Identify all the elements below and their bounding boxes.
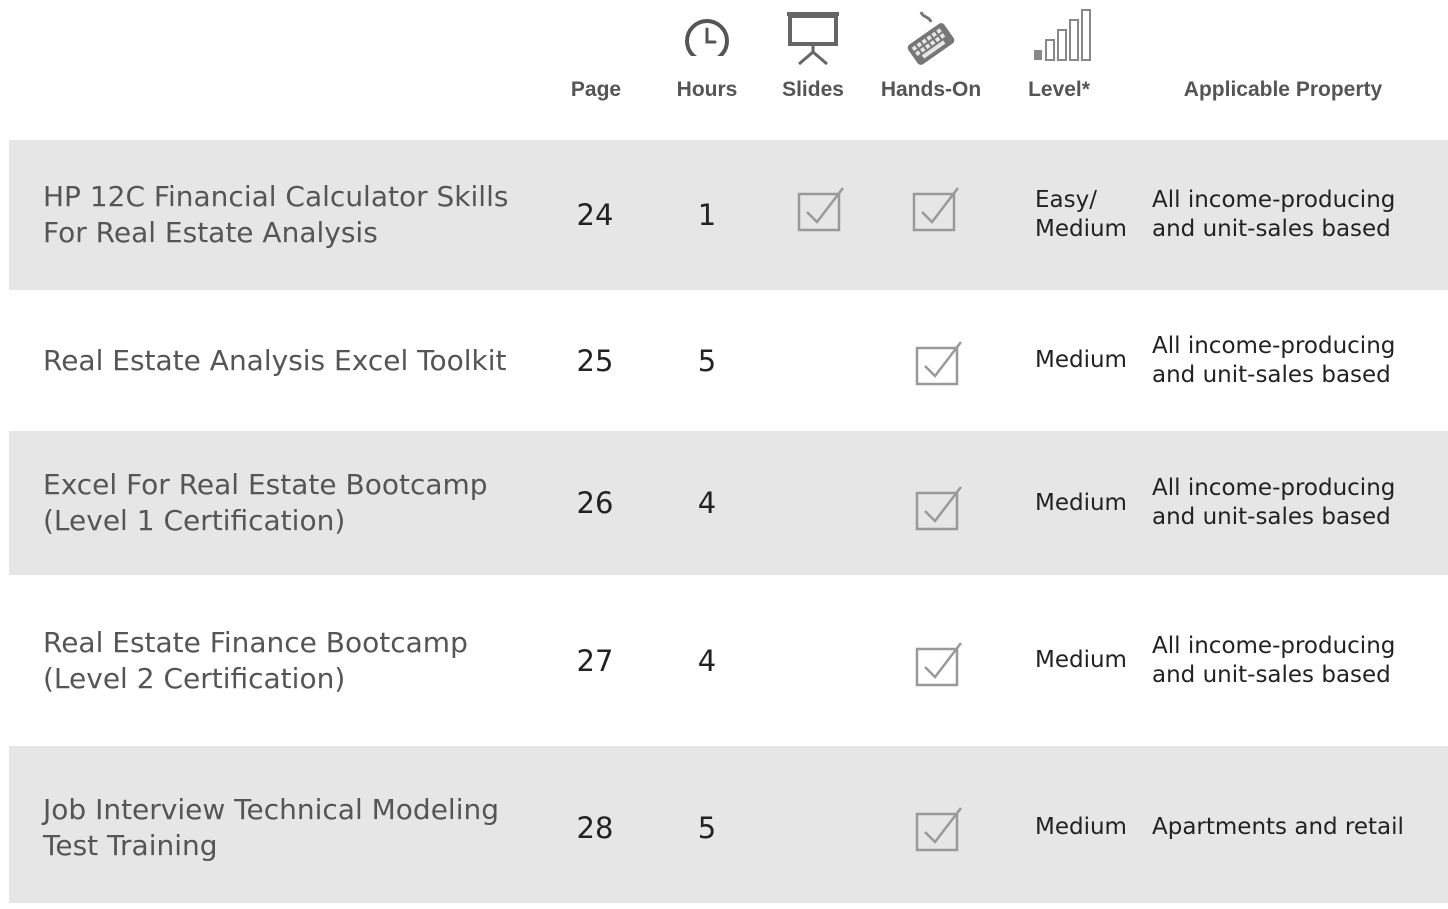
hands-on-checkbox-icon — [907, 483, 973, 533]
slides-checkbox-icon — [789, 184, 855, 234]
hours-value: 1 — [697, 198, 717, 232]
column-header-page: Page — [556, 0, 636, 140]
hours-value: 5 — [697, 810, 717, 845]
hands-on-checkbox-icon — [907, 639, 973, 689]
property-value: All income-producing and unit-sales base… — [1152, 632, 1396, 688]
level-header-label: Level* — [1028, 78, 1090, 101]
hours-value: 5 — [697, 343, 717, 378]
course-title[interactable]: HP 12C Financial Calculator Skills For R… — [43, 140, 523, 290]
page-number: 26 — [576, 486, 614, 520]
table-header: Page Hours Slides Hands-On Level* Applic… — [0, 0, 1448, 140]
presentation-screen-icon — [783, 8, 843, 72]
hours-header-label: Hours — [676, 78, 738, 101]
column-header-property: Applicable Property — [1152, 0, 1414, 140]
property-header-label: Applicable Property — [1183, 78, 1383, 101]
course-title[interactable]: Excel For Real Estate Bootcamp (Level 1 … — [43, 431, 523, 575]
course-title[interactable]: Real Estate Analysis Excel Toolkit — [43, 290, 523, 431]
table-row: Real Estate Analysis Excel Toolkit 25 5 … — [9, 290, 1448, 431]
page-number: 24 — [576, 198, 614, 232]
property-value: All income-producing and unit-sales base… — [1152, 187, 1396, 242]
column-header-level: Level* — [1019, 0, 1099, 140]
table-row: Job Interview Technical Modeling Test Tr… — [9, 746, 1448, 903]
hands-on-checkbox-icon — [904, 184, 970, 234]
column-header-hours: Hours — [667, 0, 747, 140]
property-value: All income-producing and unit-sales base… — [1152, 332, 1396, 388]
hours-value: 4 — [697, 486, 717, 520]
page-number: 25 — [576, 343, 614, 378]
level-value: Medium — [1035, 647, 1127, 673]
slides-header-label: Slides — [782, 78, 844, 101]
column-header-slides: Slides — [773, 0, 853, 140]
table-row: HP 12C Financial Calculator Skills For R… — [9, 140, 1448, 290]
property-value: Apartments and retail — [1152, 814, 1404, 840]
hours-value: 4 — [697, 643, 717, 678]
hands-on-checkbox-icon — [907, 338, 973, 388]
page-number: 27 — [576, 643, 614, 678]
level-value: Medium — [1035, 347, 1127, 373]
course-title[interactable]: Job Interview Technical Modeling Test Tr… — [43, 746, 523, 909]
level-value: Medium — [1035, 489, 1127, 516]
keyboard-icon — [901, 8, 961, 72]
course-title[interactable]: Real Estate Finance Bootcamp (Level 2 Ce… — [43, 575, 523, 746]
level-value: Easy/ Medium — [1035, 187, 1127, 242]
property-value: All income-producing and unit-sales base… — [1152, 475, 1396, 530]
page-number: 28 — [576, 810, 614, 845]
table-row: Real Estate Finance Bootcamp (Level 2 Ce… — [9, 575, 1448, 746]
page-header-label: Page — [570, 78, 622, 101]
hands-on-header-label: Hands-On — [880, 78, 982, 101]
table-row: Excel For Real Estate Bootcamp (Level 1 … — [9, 431, 1448, 575]
column-header-hands-on: Hands-On — [876, 0, 986, 140]
clock-icon — [683, 8, 731, 63]
signal-bars-icon — [1031, 8, 1097, 68]
level-value: Medium — [1035, 814, 1127, 840]
hands-on-checkbox-icon — [907, 804, 973, 854]
